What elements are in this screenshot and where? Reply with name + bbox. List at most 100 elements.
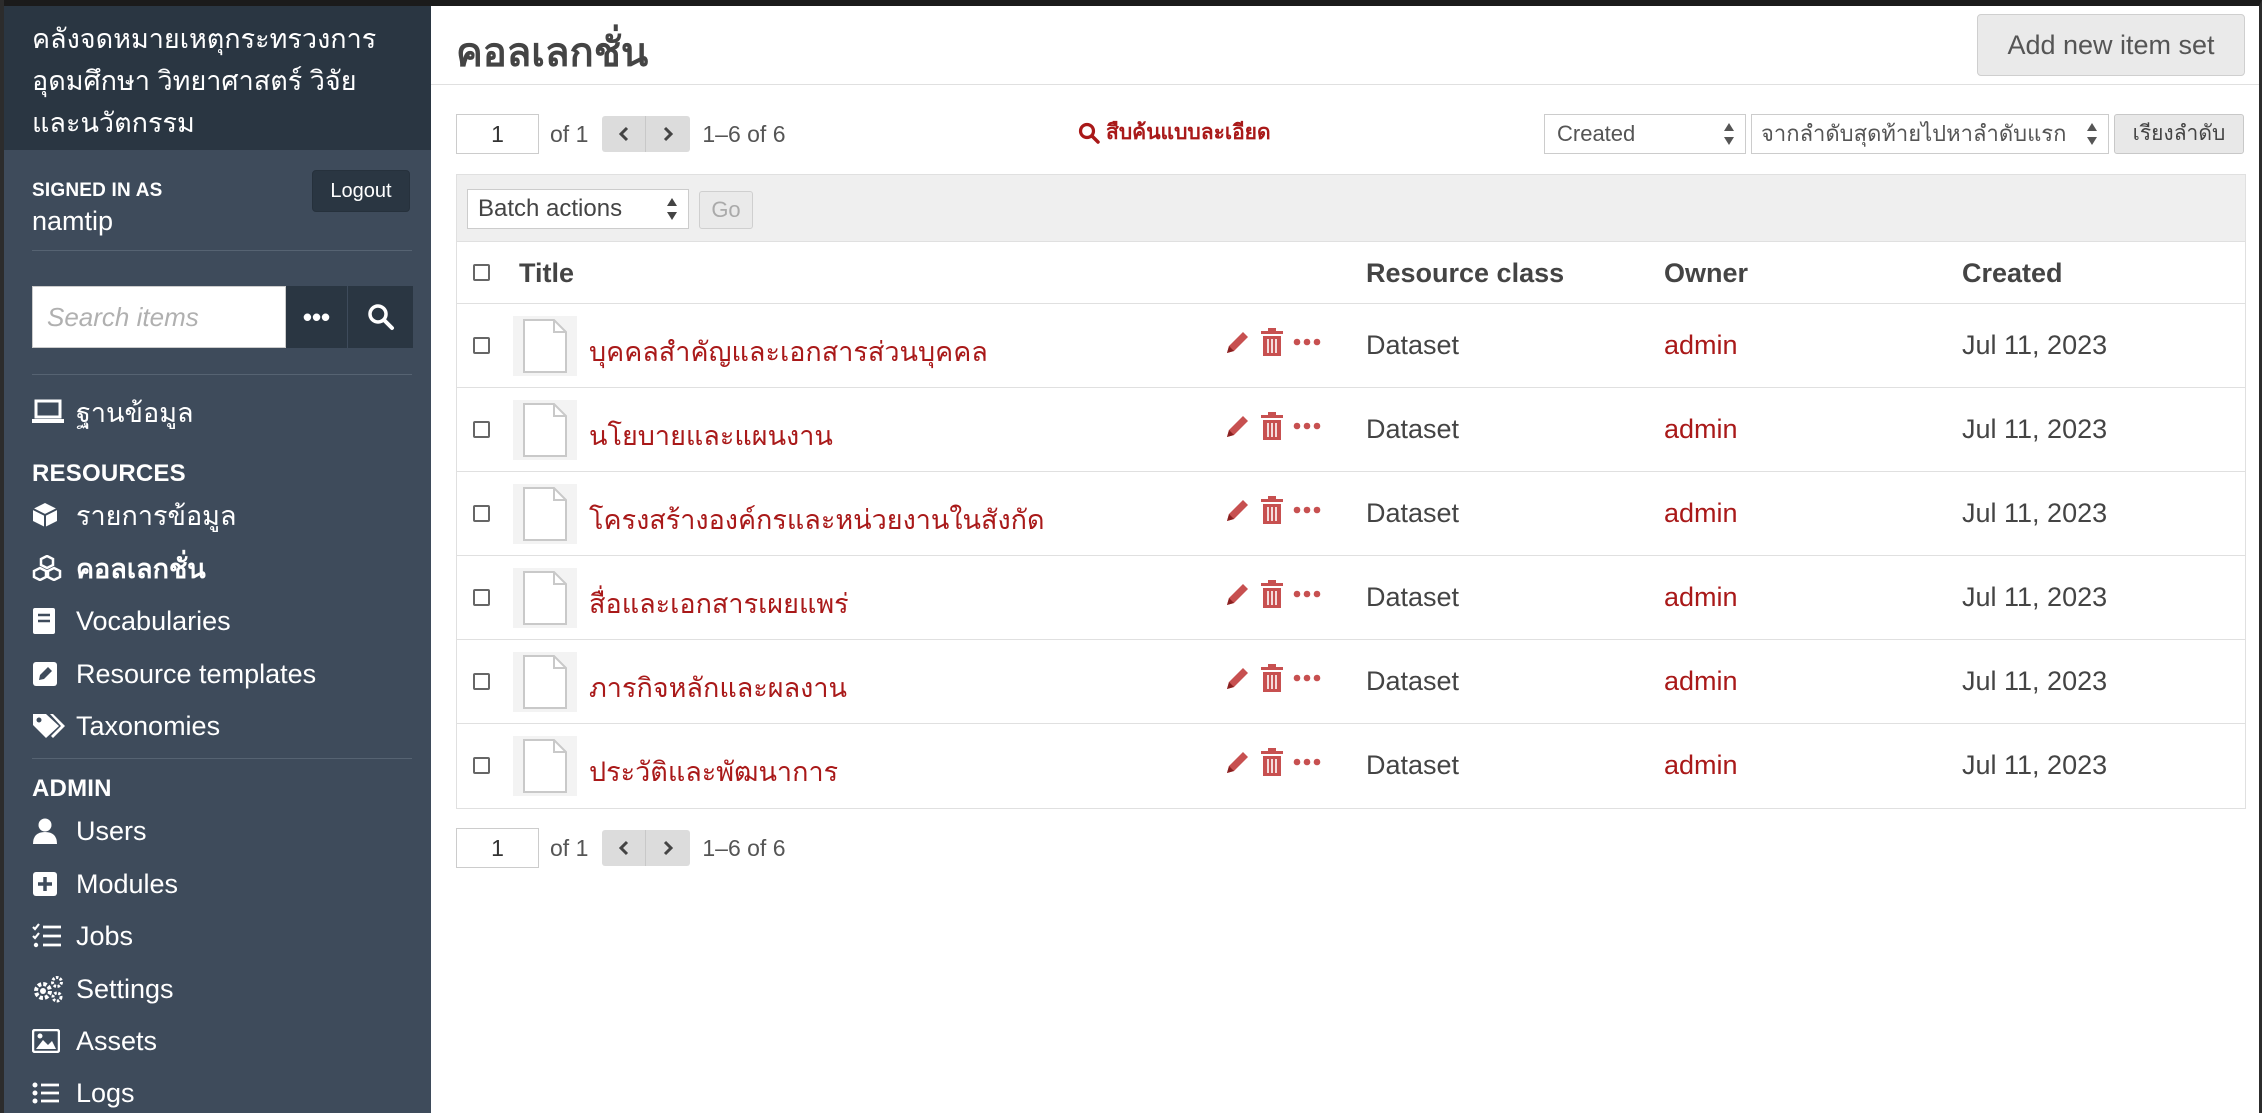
pencil-icon bbox=[1227, 416, 1248, 437]
ellipsis-icon bbox=[1293, 422, 1321, 430]
nav-item-resource-templates[interactable]: Resource templates bbox=[32, 652, 316, 696]
sort-order-select[interactable]: จากลำดับสุดท้ายไปหาลำดับแรก bbox=[1751, 114, 2109, 154]
more-actions-button[interactable] bbox=[1293, 506, 1321, 514]
select-all-checkbox[interactable] bbox=[473, 264, 490, 281]
ellipsis-icon bbox=[1293, 590, 1321, 598]
nav-item-label: Modules bbox=[76, 868, 179, 899]
user-icon bbox=[32, 816, 66, 846]
delete-button[interactable] bbox=[1261, 748, 1283, 776]
thumbnail[interactable] bbox=[513, 400, 577, 460]
item-set-title-link[interactable]: บุคคลสำคัญและเอกสารส่วนบุคคล bbox=[589, 330, 988, 373]
owner-link[interactable]: admin bbox=[1664, 666, 1738, 697]
advanced-search-toggle[interactable]: ••• bbox=[286, 286, 348, 348]
nav-item-item-sets[interactable]: คอลเลกชั่น bbox=[32, 546, 206, 590]
next-page-button[interactable] bbox=[646, 116, 691, 152]
signed-in-block: SIGNED IN AS namtip bbox=[32, 180, 163, 237]
nav-item-dashboard[interactable]: ฐานข้อมูล bbox=[32, 390, 194, 434]
more-actions-button[interactable] bbox=[1293, 758, 1321, 766]
delete-button[interactable] bbox=[1261, 580, 1283, 608]
owner-link[interactable]: admin bbox=[1664, 498, 1738, 529]
edit-button[interactable] bbox=[1225, 749, 1251, 775]
nav-item-users[interactable]: Users bbox=[32, 809, 147, 853]
search-form: Search items ••• bbox=[32, 286, 413, 348]
page-number-input[interactable]: 1 bbox=[456, 828, 539, 868]
add-new-item-set-button[interactable]: Add new item set bbox=[1977, 14, 2245, 76]
more-actions-button[interactable] bbox=[1293, 338, 1321, 346]
created-date-cell: Jul 11, 2023 bbox=[1962, 750, 2108, 780]
column-created: Created bbox=[1962, 258, 2063, 288]
owner-link[interactable]: admin bbox=[1664, 582, 1738, 613]
header-divider bbox=[431, 84, 2259, 85]
row-checkbox[interactable] bbox=[473, 337, 490, 354]
next-page-button[interactable] bbox=[646, 830, 691, 866]
created-date-cell: Jul 11, 2023 bbox=[1962, 414, 2108, 444]
row-checkbox[interactable] bbox=[473, 589, 490, 606]
row-checkbox[interactable] bbox=[473, 505, 490, 522]
row-checkbox[interactable] bbox=[473, 757, 490, 774]
username[interactable]: namtip bbox=[32, 206, 163, 237]
more-actions-button[interactable] bbox=[1293, 422, 1321, 430]
item-set-title-link[interactable]: โครงสร้างองค์กรและหน่วยงานในสังกัด bbox=[589, 498, 1045, 541]
list-icon bbox=[32, 1078, 66, 1108]
nav-item-taxonomies[interactable]: Taxonomies bbox=[32, 704, 220, 748]
row-actions bbox=[1225, 664, 1331, 692]
search-input[interactable]: Search items bbox=[32, 286, 286, 348]
more-actions-button[interactable] bbox=[1293, 674, 1321, 682]
edit-button[interactable] bbox=[1225, 665, 1251, 691]
select-arrows-icon bbox=[1724, 123, 1734, 145]
edit-button[interactable] bbox=[1225, 329, 1251, 355]
delete-button[interactable] bbox=[1261, 328, 1283, 356]
item-set-title-link[interactable]: ภารกิจหลักและผลงาน bbox=[589, 666, 847, 709]
item-set-title-link[interactable]: สื่อและเอกสารเผยแพร่ bbox=[589, 582, 849, 625]
owner-link[interactable]: admin bbox=[1664, 414, 1738, 445]
row-actions bbox=[1225, 748, 1331, 776]
nav-item-vocabularies[interactable]: Vocabularies bbox=[32, 599, 231, 643]
previous-page-button[interactable] bbox=[602, 830, 647, 866]
file-icon bbox=[523, 739, 567, 793]
resource-class-cell: Dataset bbox=[1366, 498, 1460, 528]
previous-page-button[interactable] bbox=[602, 116, 647, 152]
thumbnail[interactable] bbox=[513, 568, 577, 628]
nav-item-jobs[interactable]: Jobs bbox=[32, 914, 133, 958]
delete-button[interactable] bbox=[1261, 664, 1283, 692]
thumbnail[interactable] bbox=[513, 736, 577, 796]
row-checkbox[interactable] bbox=[473, 421, 490, 438]
trash-icon bbox=[1261, 328, 1283, 356]
nav-item-modules[interactable]: Modules bbox=[32, 862, 178, 906]
nav-item-items[interactable]: รายการข้อมูล bbox=[32, 493, 237, 537]
resource-class-cell: Dataset bbox=[1366, 414, 1460, 444]
sort-by-select[interactable]: Created bbox=[1544, 114, 1746, 154]
sort-button[interactable]: เรียงลำดับ bbox=[2114, 114, 2244, 154]
page-number-input[interactable]: 1 bbox=[456, 114, 539, 154]
site-title[interactable]: คลังจดหมายเหตุกระทรวงการอุดมศึกษา วิทยาศ… bbox=[4, 0, 431, 150]
column-title: Title bbox=[519, 258, 575, 288]
batch-actions-select[interactable]: Batch actions bbox=[467, 189, 689, 229]
ellipsis-icon bbox=[1293, 674, 1321, 682]
thumbnail[interactable] bbox=[513, 484, 577, 544]
delete-button[interactable] bbox=[1261, 496, 1283, 524]
nav-item-assets[interactable]: Assets bbox=[32, 1019, 157, 1063]
nav-item-settings[interactable]: Settings bbox=[32, 967, 174, 1011]
item-set-title-link[interactable]: นโยบายและแผนงาน bbox=[589, 414, 833, 457]
edit-button[interactable] bbox=[1225, 413, 1251, 439]
nav-item-logs[interactable]: Logs bbox=[32, 1071, 135, 1113]
advanced-search-link[interactable]: สืบค้นแบบละเอียด bbox=[1078, 116, 1271, 149]
go-button[interactable]: Go bbox=[699, 191, 753, 229]
item-set-title-link[interactable]: ประวัติและพัฒนาการ bbox=[589, 750, 838, 793]
divider bbox=[32, 250, 412, 251]
column-owner: Owner bbox=[1664, 258, 1749, 288]
tags-icon bbox=[32, 711, 66, 741]
search-button[interactable] bbox=[348, 286, 413, 348]
sort-order-value: จากลำดับสุดท้ายไปหาลำดับแรก bbox=[1761, 121, 2067, 146]
edit-button[interactable] bbox=[1225, 497, 1251, 523]
edit-button[interactable] bbox=[1225, 581, 1251, 607]
logout-button[interactable]: Logout bbox=[312, 170, 410, 212]
file-icon bbox=[523, 403, 567, 457]
owner-link[interactable]: admin bbox=[1664, 330, 1738, 361]
more-actions-button[interactable] bbox=[1293, 590, 1321, 598]
thumbnail[interactable] bbox=[513, 652, 577, 712]
row-checkbox[interactable] bbox=[473, 673, 490, 690]
owner-link[interactable]: admin bbox=[1664, 750, 1738, 781]
delete-button[interactable] bbox=[1261, 412, 1283, 440]
thumbnail[interactable] bbox=[513, 316, 577, 376]
